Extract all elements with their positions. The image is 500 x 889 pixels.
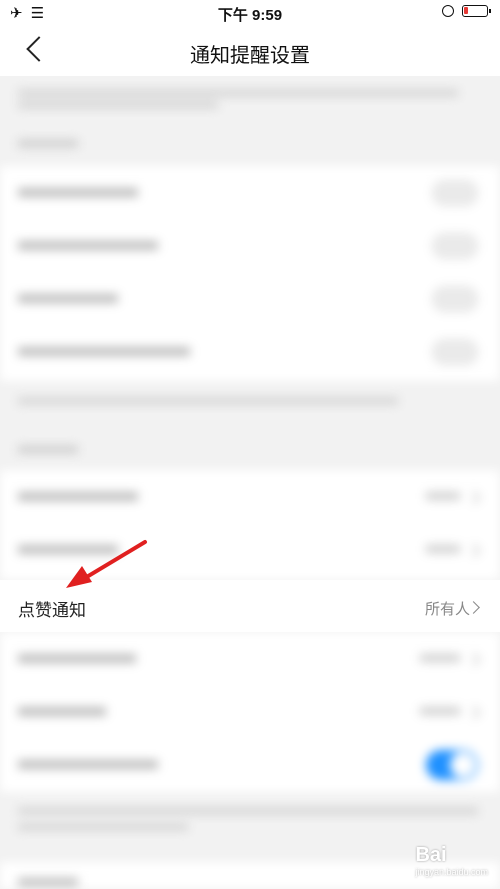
arrow-shaft: [83, 540, 147, 580]
watermark-text: Bai: [415, 844, 447, 866]
baidu-watermark: Bai jingyan.baidu.com: [415, 844, 488, 877]
red-arrow-annotation: [66, 540, 147, 588]
watermark-url: jingyan.baidu.com: [415, 867, 488, 877]
arrow-head: [66, 566, 92, 588]
